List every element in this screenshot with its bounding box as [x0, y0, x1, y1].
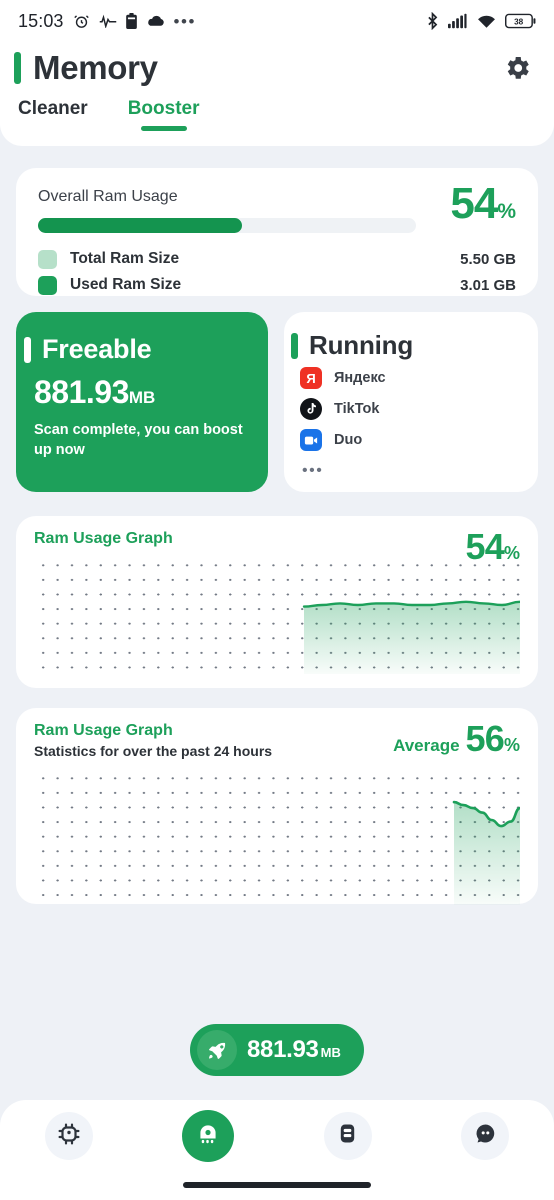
- overall-percent: 54%: [450, 182, 516, 226]
- boost-button[interactable]: 881.93 MB: [190, 1024, 364, 1076]
- bluetooth-icon: [426, 12, 439, 30]
- graph2-average-label: Average: [393, 736, 460, 755]
- ram-legend: Total Ram Size 5.50 GB Used Ram Size 3.0…: [38, 246, 516, 298]
- boost-amount-number: 881.93: [247, 1036, 319, 1063]
- nav-item-chat[interactable]: [461, 1112, 510, 1160]
- graph2-header: Ram Usage Graph Statistics for over the …: [34, 718, 520, 759]
- total-ram-label: Total Ram Size: [70, 250, 180, 267]
- freeable-subtitle: Scan complete, you can boost up now: [34, 422, 243, 458]
- used-ram-value: 3.01 GB: [460, 276, 516, 294]
- status-bar-left: 15:03 •••: [18, 11, 196, 32]
- freeable-amount-number: 881.93: [34, 374, 129, 410]
- overall-percent-number: 54: [450, 179, 498, 228]
- graph1-plot: [34, 556, 520, 674]
- app-name: TikTok: [334, 401, 380, 417]
- graph2-plot: [34, 769, 520, 905]
- freeable-amount: 881.93MB: [34, 376, 248, 408]
- graph1-area-chart: [302, 600, 520, 674]
- freeable-title: Freeable: [42, 334, 152, 364]
- freeable-amount-unit: MB: [128, 388, 156, 407]
- nav-item-storage[interactable]: [323, 1112, 372, 1160]
- cellular-signal-icon: [448, 13, 468, 29]
- freeable-card[interactable]: Freeable 881.93MB Scan complete, you can…: [16, 312, 268, 492]
- used-ram-swatch: [38, 275, 57, 295]
- legend-row-total: Total Ram Size 5.50 GB: [38, 246, 516, 272]
- bottom-navigation: [0, 1100, 554, 1200]
- svg-text:Я: Я: [306, 371, 315, 386]
- freeable-accent-bar: [24, 336, 31, 363]
- cpu-icon: [57, 1122, 81, 1151]
- running-more-icon[interactable]: •••: [302, 463, 520, 479]
- app-screen: 15:03 ••• 38 Memory Cleaner Booster Over…: [0, 0, 554, 1200]
- status-more-icon: •••: [173, 11, 196, 31]
- list-item[interactable]: Я Яндекс: [300, 364, 520, 392]
- rocket-icon: [197, 1030, 237, 1070]
- boost-amount: 881.93 MB: [247, 1038, 341, 1062]
- total-ram-value: 5.50 GB: [460, 250, 516, 268]
- app-name: Яндекс: [334, 370, 386, 386]
- boost-amount-unit: MB: [320, 1045, 341, 1060]
- tiktok-icon: [300, 398, 322, 420]
- graph2-percent-number: 56: [465, 718, 505, 759]
- status-bar: 15:03 ••• 38: [0, 0, 554, 42]
- yandex-icon: Я: [300, 367, 322, 389]
- status-bar-right: 38: [426, 12, 536, 30]
- home-indicator: [183, 1182, 371, 1188]
- running-apps-card: Running Я Яндекс TikTok Duo •••: [284, 312, 538, 492]
- battery-icon: [336, 1122, 359, 1150]
- title-accent-bar: [14, 52, 21, 84]
- app-header: Memory Cleaner Booster: [0, 42, 554, 146]
- used-ram-label: Used Ram Size: [70, 276, 182, 293]
- ram-progress-track: [38, 218, 416, 233]
- legend-row-used: Used Ram Size 3.01 GB: [38, 272, 516, 298]
- graph2-average: Average 56%: [393, 718, 520, 760]
- alarm-icon: [73, 13, 90, 30]
- chat-icon: [474, 1122, 497, 1150]
- graph1-title: Ram Usage Graph: [34, 530, 173, 547]
- pulse-icon: [99, 14, 117, 28]
- tab-bar: Cleaner Booster: [0, 98, 554, 131]
- tab-cleaner[interactable]: Cleaner: [18, 98, 88, 131]
- duo-icon: [300, 429, 322, 451]
- overall-percent-sign: %: [497, 200, 516, 223]
- page-title: Memory: [33, 49, 158, 86]
- app-name: Duo: [334, 432, 363, 448]
- svg-text:38: 38: [514, 17, 524, 26]
- ram-progress-fill: [38, 218, 243, 233]
- tab-booster[interactable]: Booster: [128, 98, 200, 131]
- ram-usage-history-card: Ram Usage Graph Statistics for over the …: [16, 708, 538, 905]
- nav-item-cpu[interactable]: [44, 1112, 93, 1160]
- ram-usage-graph-card: Ram Usage Graph 54%: [16, 516, 538, 688]
- header-title-row: Memory: [0, 42, 554, 94]
- running-title: Running: [309, 330, 414, 360]
- nav-item-memory[interactable]: [182, 1110, 235, 1162]
- total-ram-swatch: [38, 249, 57, 269]
- overall-ram-label: Overall Ram Usage: [38, 188, 178, 205]
- cloud-icon: [146, 14, 165, 28]
- running-title-row: Running: [291, 330, 520, 361]
- overall-ram-usage-card: Overall Ram Usage 54% Total Ram Size 5.5…: [16, 168, 538, 296]
- battery-icon: 38: [505, 13, 536, 29]
- freeable-title-row: Freeable: [24, 334, 248, 365]
- graph1-header: Ram Usage Graph 54%: [34, 526, 520, 567]
- status-bar-clock: 15:03: [18, 10, 64, 31]
- battery-saver-icon: [125, 13, 137, 29]
- graph2-percent-sign: %: [503, 735, 520, 755]
- list-item[interactable]: Duo: [300, 426, 520, 454]
- running-accent-bar: [291, 332, 298, 359]
- wifi-icon: [477, 14, 496, 29]
- graph2-area-chart: [452, 800, 520, 905]
- list-item[interactable]: TikTok: [300, 395, 520, 423]
- gear-icon[interactable]: [498, 49, 536, 87]
- memory-icon: [195, 1121, 221, 1152]
